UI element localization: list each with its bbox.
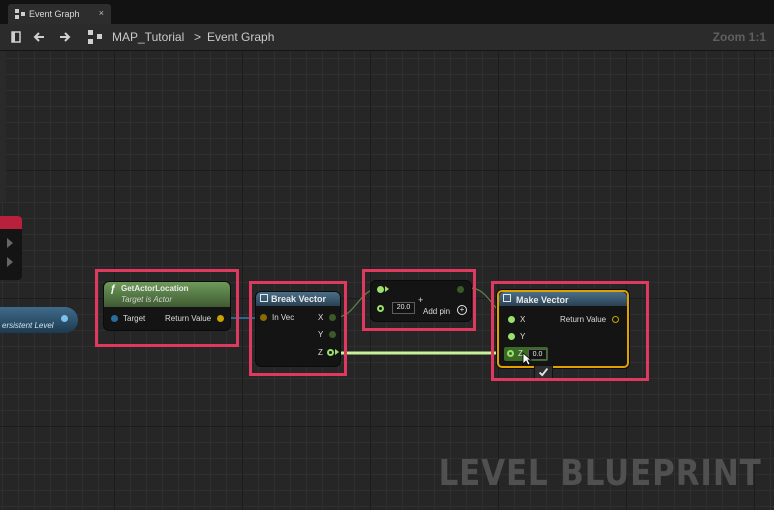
wires [226,287,513,355]
level-blueprint-watermark: LEVEL BLUEPRINT [439,453,762,494]
highlight-make-vector [491,281,649,381]
highlight-break-vector [249,281,347,376]
highlight-add-node [362,269,476,331]
highlight-get-actor-location [95,269,239,347]
